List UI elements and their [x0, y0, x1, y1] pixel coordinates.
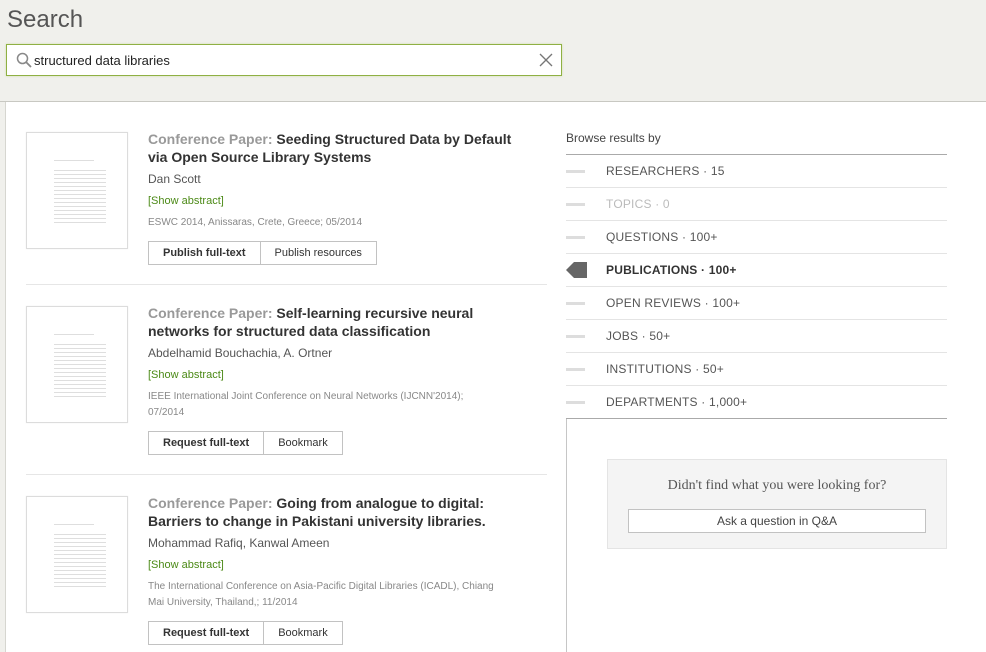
- request-full-text-button[interactable]: Request full-text: [148, 431, 265, 455]
- show-abstract-link[interactable]: [Show abstract]: [148, 369, 224, 381]
- browse-list: RESEARCHERS · 15 TOPICS · 0 QUESTIONS · …: [566, 155, 947, 419]
- page-title: Search: [7, 6, 84, 33]
- browse-item-questions[interactable]: QUESTIONS · 100+: [566, 221, 947, 254]
- browse-item-label: OPEN REVIEWS · 100+: [606, 296, 741, 310]
- result-actions: Request full-text Bookmark: [148, 621, 343, 645]
- publish-full-text-button[interactable]: Publish full-text: [148, 241, 261, 265]
- result-title[interactable]: Conference Paper: Self-learning recursiv…: [148, 304, 518, 340]
- browse-item-label: RESEARCHERS · 15: [606, 164, 725, 178]
- bookmark-button[interactable]: Bookmark: [264, 431, 343, 455]
- browse-item-label: JOBS · 50+: [606, 329, 671, 343]
- bookmark-button[interactable]: Bookmark: [264, 621, 343, 645]
- document-thumbnail[interactable]: [26, 496, 128, 613]
- ask-question-button[interactable]: Ask a question in Q&A: [628, 509, 926, 533]
- browse-item-open-reviews[interactable]: OPEN REVIEWS · 100+: [566, 287, 947, 320]
- result-authors[interactable]: Dan Scott: [148, 172, 201, 186]
- browse-item-label: PUBLICATIONS · 100+: [606, 263, 737, 277]
- browse-item-label: TOPICS · 0: [606, 197, 670, 211]
- header: Search: [0, 0, 986, 102]
- dash-icon: [566, 401, 585, 404]
- search-input[interactable]: [34, 51, 534, 69]
- result-type: Conference Paper:: [148, 305, 273, 321]
- result-actions: Request full-text Bookmark: [148, 431, 343, 455]
- result-venue: The International Conference on Asia-Pac…: [148, 581, 494, 608]
- dash-icon: [566, 203, 585, 206]
- show-abstract-link[interactable]: [Show abstract]: [148, 559, 224, 571]
- result-venue: ESWC 2014, Anissaras, Crete, Greece; 05/…: [148, 217, 362, 228]
- dash-icon: [566, 335, 585, 338]
- browse-item-departments[interactable]: DEPARTMENTS · 1,000+: [566, 386, 947, 419]
- browse-item-institutions[interactable]: INSTITUTIONS · 50+: [566, 353, 947, 386]
- search-icon: [16, 52, 32, 68]
- result-actions: Publish full-text Publish resources: [148, 241, 377, 265]
- dash-icon: [566, 302, 585, 305]
- clear-icon[interactable]: [539, 53, 553, 67]
- main-panel: Conference Paper: Seeding Structured Dat…: [5, 102, 986, 652]
- result-item: Conference Paper: Self-learning recursiv…: [26, 304, 547, 456]
- browse-item-jobs[interactable]: JOBS · 50+: [566, 320, 947, 353]
- dash-icon: [566, 368, 585, 371]
- search-box[interactable]: [6, 44, 562, 76]
- request-full-text-button[interactable]: Request full-text: [148, 621, 265, 645]
- result-authors[interactable]: Abdelhamid Bouchachia, A. Ortner: [148, 346, 332, 360]
- publish-resources-button[interactable]: Publish resources: [260, 241, 377, 265]
- active-arrow-icon: [566, 262, 587, 278]
- browse-item-publications[interactable]: PUBLICATIONS · 100+: [566, 254, 947, 287]
- result-type: Conference Paper:: [148, 131, 273, 147]
- result-title[interactable]: Conference Paper: Seeding Structured Dat…: [148, 130, 518, 166]
- browse-item-label: DEPARTMENTS · 1,000+: [606, 395, 748, 409]
- dash-icon: [566, 170, 585, 173]
- qa-prompt: Didn't find what you were looking for? A…: [607, 459, 947, 549]
- result-divider: [26, 284, 547, 285]
- browse-item-label: INSTITUTIONS · 50+: [606, 362, 724, 376]
- qa-message: Didn't find what you were looking for?: [667, 478, 887, 493]
- result-item: Conference Paper: Going from analogue to…: [26, 494, 547, 646]
- browse-item-topics: TOPICS · 0: [566, 188, 947, 221]
- dash-icon: [566, 236, 585, 239]
- browse-title: Browse results by: [566, 131, 661, 145]
- result-item: Conference Paper: Seeding Structured Dat…: [26, 130, 547, 272]
- result-authors[interactable]: Mohammad Rafiq, Kanwal Ameen: [148, 536, 329, 550]
- document-thumbnail[interactable]: [26, 132, 128, 249]
- result-venue: IEEE International Joint Conference on N…: [148, 391, 464, 418]
- result-divider: [26, 474, 547, 475]
- browse-item-researchers[interactable]: RESEARCHERS · 15: [566, 155, 947, 188]
- show-abstract-link[interactable]: [Show abstract]: [148, 195, 224, 207]
- browse-item-label: QUESTIONS · 100+: [606, 230, 718, 244]
- result-type: Conference Paper:: [148, 495, 273, 511]
- result-title[interactable]: Conference Paper: Going from analogue to…: [148, 494, 518, 530]
- browse-content: Didn't find what you were looking for? A…: [566, 419, 947, 652]
- document-thumbnail[interactable]: [26, 306, 128, 423]
